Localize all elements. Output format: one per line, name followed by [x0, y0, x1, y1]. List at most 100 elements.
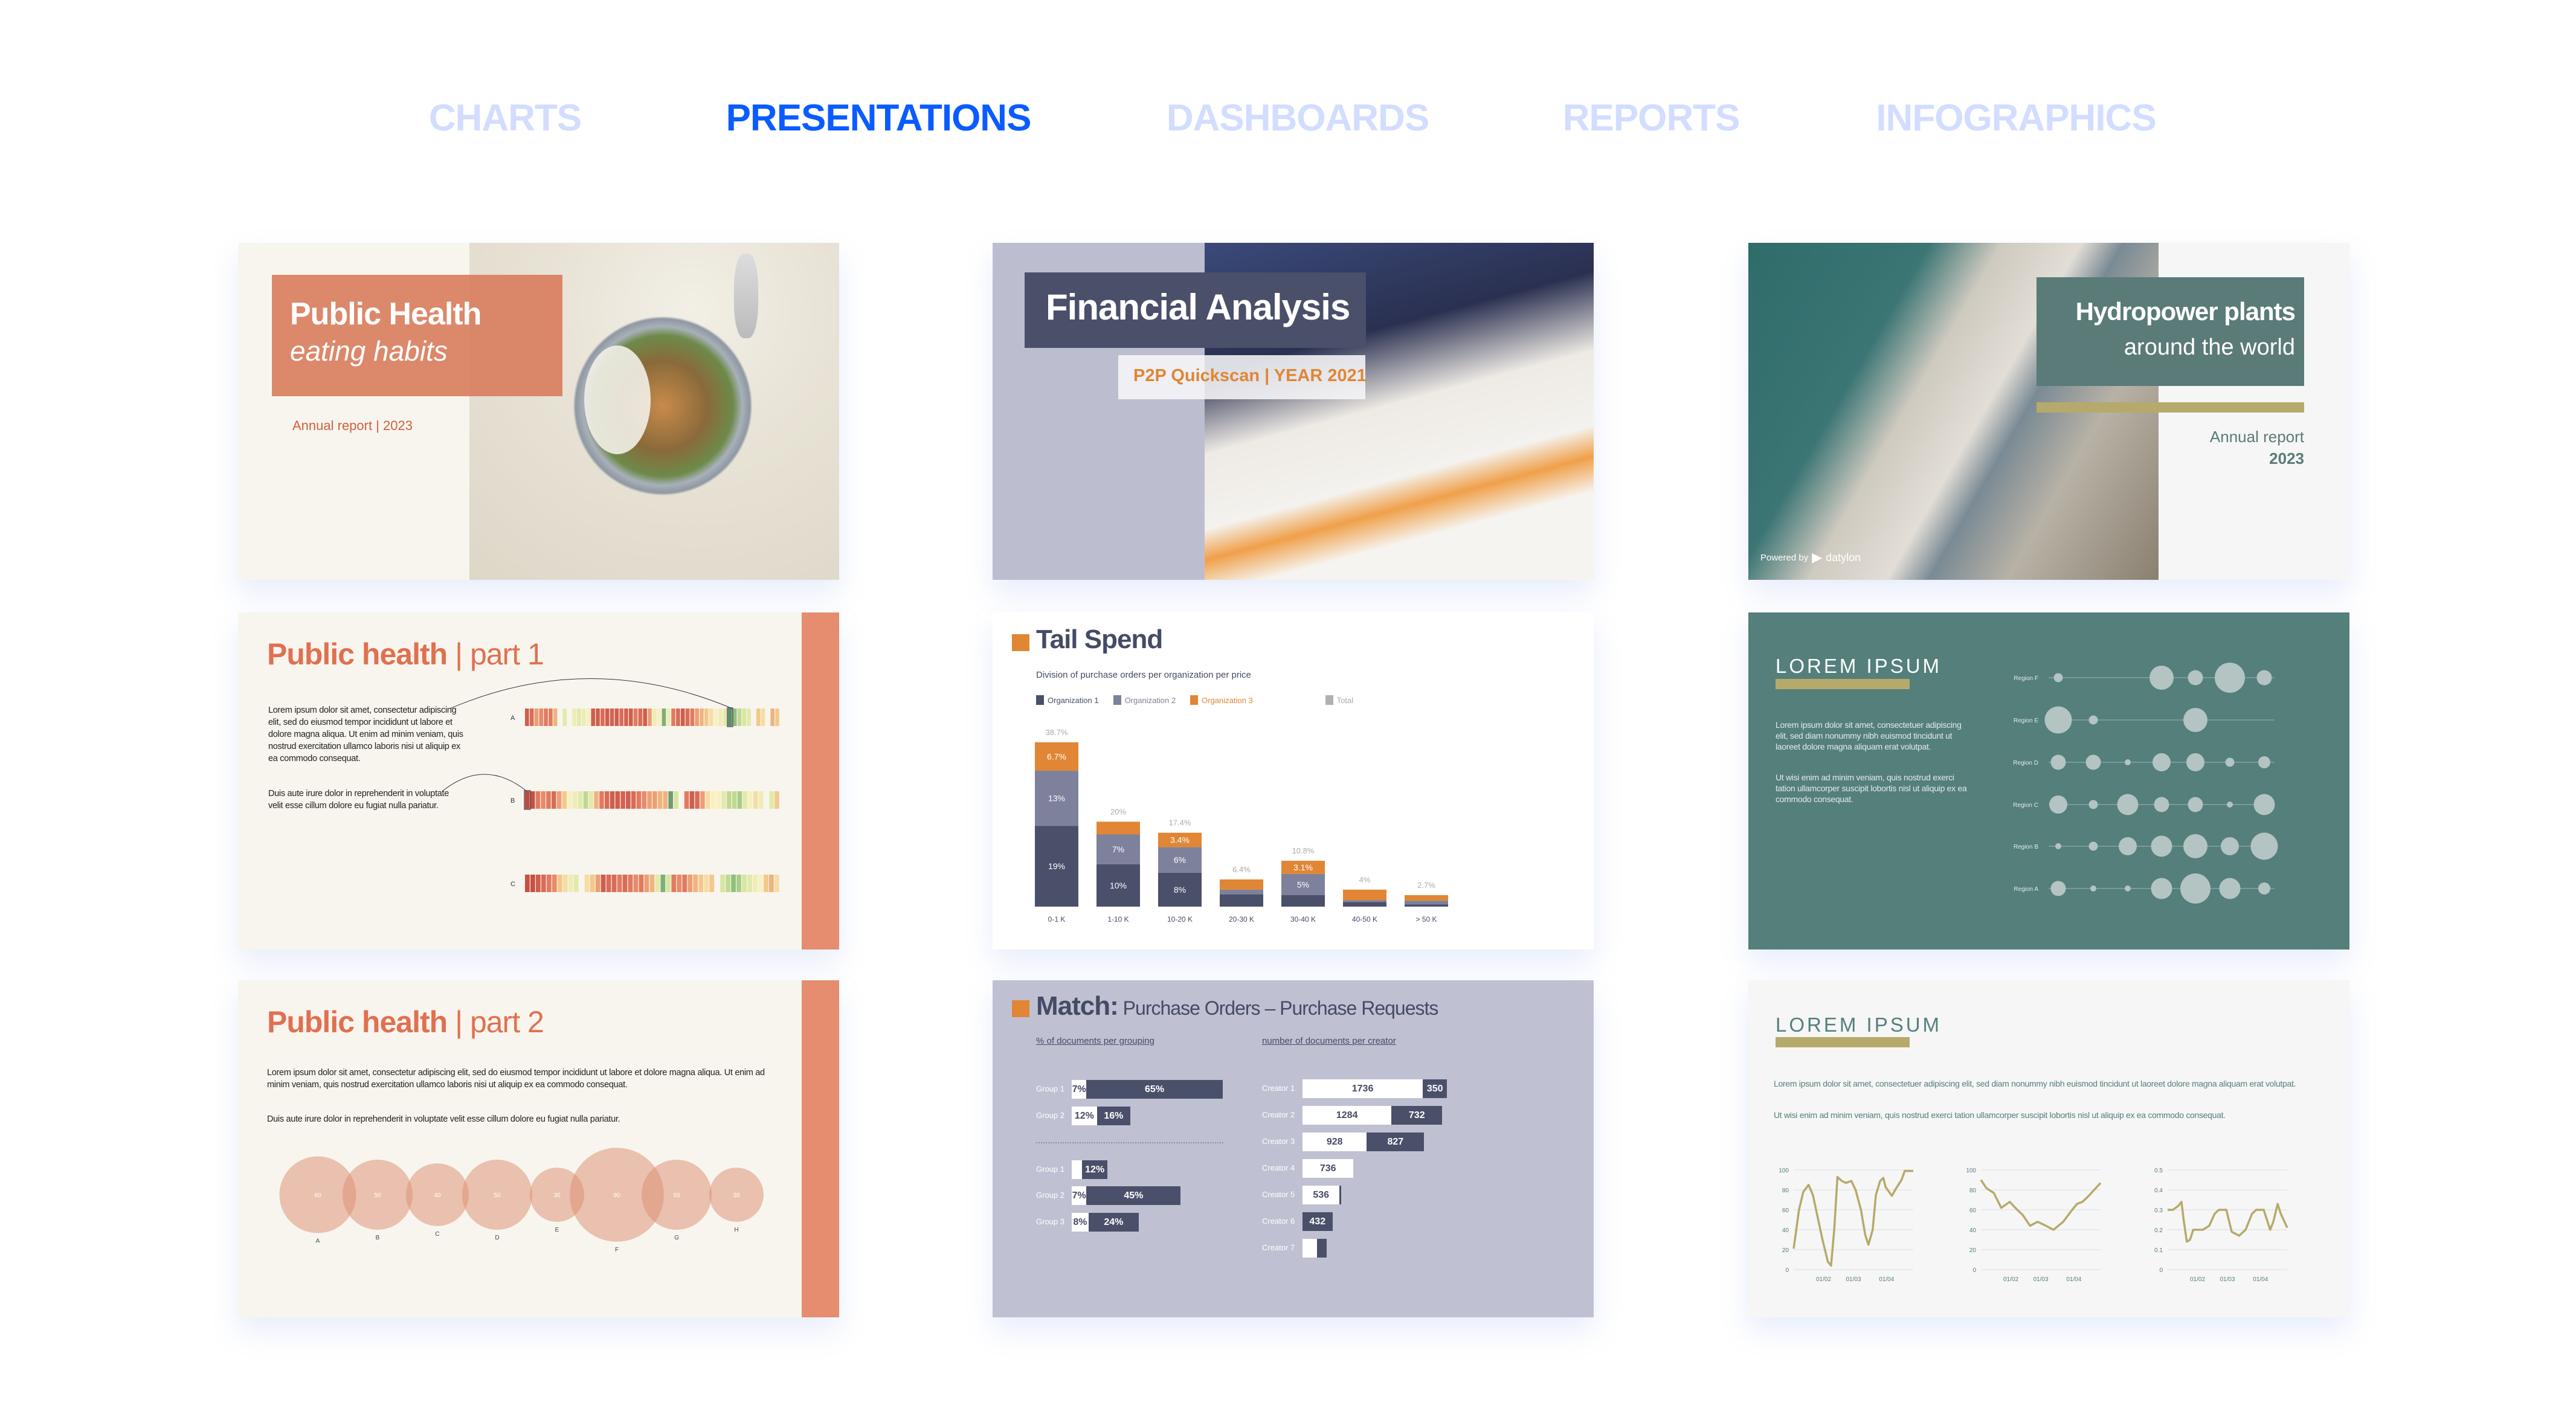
dot — [2225, 757, 2235, 767]
heatmap-stripe — [633, 875, 639, 892]
card-public-health-part2[interactable]: Public health | part 2 Lorem ipsum dolor… — [238, 980, 839, 1317]
heatmap-stripe — [572, 709, 576, 726]
heatmap-stripe — [705, 791, 710, 809]
card-financial-analysis[interactable]: Financial Analysis P2P Quickscan | YEAR … — [993, 243, 1594, 580]
bar-segment — [1339, 1186, 1342, 1204]
heatmap-stripe — [611, 875, 617, 892]
annotation-arc — [442, 774, 527, 792]
heatmap-stripe — [546, 875, 552, 892]
heatmap-stripe — [770, 709, 774, 726]
dot — [2221, 837, 2239, 855]
segment-label: 19% — [1048, 861, 1065, 871]
bar-segment: 928 — [1302, 1133, 1367, 1151]
heatmap-stripe — [599, 791, 604, 809]
heatmap-stripe — [568, 875, 573, 892]
card-lorem-lines[interactable]: LOREM IPSUM Lorem ipsum dolor sit amet, … — [1748, 980, 2349, 1317]
heatmap-stripe — [727, 791, 732, 809]
bar-segment — [1281, 895, 1325, 907]
heatmap-stripe — [704, 709, 709, 726]
card-match[interactable]: Match: Purchase Orders – Purchase Reques… — [993, 980, 1594, 1317]
heatmap-stripe — [606, 875, 611, 892]
dot — [2088, 715, 2098, 725]
dot — [2219, 878, 2241, 899]
cover-subtitle: eating habits — [290, 335, 448, 367]
heatmap-stripe — [685, 709, 690, 726]
segment-label: 13% — [1048, 794, 1065, 803]
card-lorem-dots[interactable]: LOREM IPSUM Lorem ipsum dolor sit amet, … — [1748, 612, 2349, 949]
heatmap-stripe — [742, 791, 748, 809]
total-label: 4% — [1359, 875, 1371, 884]
row-label: Creator 1 — [1262, 1084, 1295, 1093]
bubble-value: 90 — [613, 1192, 620, 1199]
bubble-label: A — [316, 1238, 320, 1245]
heatmap-stripe — [551, 791, 556, 809]
heatmap-stripe — [737, 709, 742, 726]
heatmap-stripe — [713, 709, 718, 726]
bar-segment: 7% — [1072, 1186, 1087, 1205]
heatmap-stripe — [732, 791, 737, 809]
heatmap-stripe — [586, 709, 591, 726]
heatmap-stripe — [647, 791, 652, 809]
heatmap-stripe — [553, 709, 558, 726]
dot — [2186, 753, 2204, 771]
heatmap-stripe — [666, 875, 671, 892]
heatmap-stripe — [655, 875, 660, 892]
bubble-value: 50 — [494, 1192, 501, 1199]
row-label: B — [510, 797, 515, 805]
bubble-label: E — [555, 1227, 559, 1233]
row-label: C — [510, 881, 515, 888]
tab-presentations[interactable]: PRESENTATIONS — [726, 97, 1032, 140]
card-tail-spend[interactable]: Tail Spend Division of purchase orders p… — [993, 612, 1594, 949]
bar-segment: 350 — [1423, 1079, 1447, 1098]
match-charts: Group 1 7% 65% Group 2 12% 16% Group 1 12% Group… — [993, 980, 1594, 1317]
heatmap-stripe — [687, 875, 693, 892]
cover-title: Financial Analysis — [1046, 287, 1350, 327]
tab-infographics[interactable]: INFOGRAPHICS — [1876, 97, 2156, 140]
heatmap-stripe — [552, 875, 557, 892]
bar-segment: 12% — [1082, 1160, 1107, 1179]
heatmap-stripe — [764, 875, 768, 892]
heatmap-stripe — [721, 791, 726, 809]
heatmap-stripe — [638, 709, 643, 726]
heatmap-stripe — [720, 875, 726, 892]
heatmap-stripe — [534, 709, 539, 726]
dot — [2250, 832, 2278, 860]
heatmap-stripe — [594, 791, 599, 809]
segment-label: 8% — [1174, 885, 1186, 895]
heatmap-stripe — [652, 791, 657, 809]
heatmap-stripe — [601, 875, 606, 892]
brand-name: datylon — [1826, 551, 1861, 564]
bar-segment — [1343, 902, 1386, 907]
total-label: 6.4% — [1232, 865, 1251, 874]
total-label: 20% — [1110, 807, 1126, 816]
heatmap-stripe — [668, 791, 673, 809]
dot — [2149, 666, 2174, 690]
tab-dashboards[interactable]: DASHBOARDS — [1167, 97, 1429, 140]
heatmap-stripe — [530, 875, 535, 892]
dot — [2117, 794, 2139, 815]
y-tick-label: 40 — [1969, 1227, 1977, 1234]
heatmap-stripe — [643, 709, 647, 726]
heatmap-stripe — [726, 875, 730, 892]
heatmap-stripe — [657, 709, 662, 726]
heatmap-stripe — [535, 875, 541, 892]
bubble-label: B — [376, 1235, 380, 1241]
heatmap-stripe — [657, 791, 663, 809]
tab-reports[interactable]: REPORTS — [1563, 97, 1740, 140]
heatmap-stripe — [769, 875, 774, 892]
y-tick-label: 0.4 — [2154, 1187, 2163, 1194]
card-public-health-part1[interactable]: Public health | part 1 Lorem ipsum dolor… — [238, 612, 839, 949]
heatmap-stripe — [728, 709, 732, 726]
heatmap-stripe — [693, 875, 698, 892]
card-hydropower[interactable]: Hydropower plants around the world Annua… — [1748, 243, 2349, 580]
card-public-health-cover[interactable]: Public Health eating habits Annual repor… — [238, 243, 839, 580]
heatmap-stripe — [709, 875, 715, 892]
tab-charts[interactable]: CHARTS — [429, 97, 582, 140]
heatmap-stripe — [601, 709, 605, 726]
bar-segment — [1343, 889, 1386, 901]
row-label: Group 2 — [1036, 1190, 1064, 1200]
y-tick-label: 0 — [1972, 1267, 1976, 1274]
heatmap-stripe — [769, 791, 774, 809]
heatmap-stripe — [695, 709, 699, 726]
dot — [2253, 794, 2275, 815]
